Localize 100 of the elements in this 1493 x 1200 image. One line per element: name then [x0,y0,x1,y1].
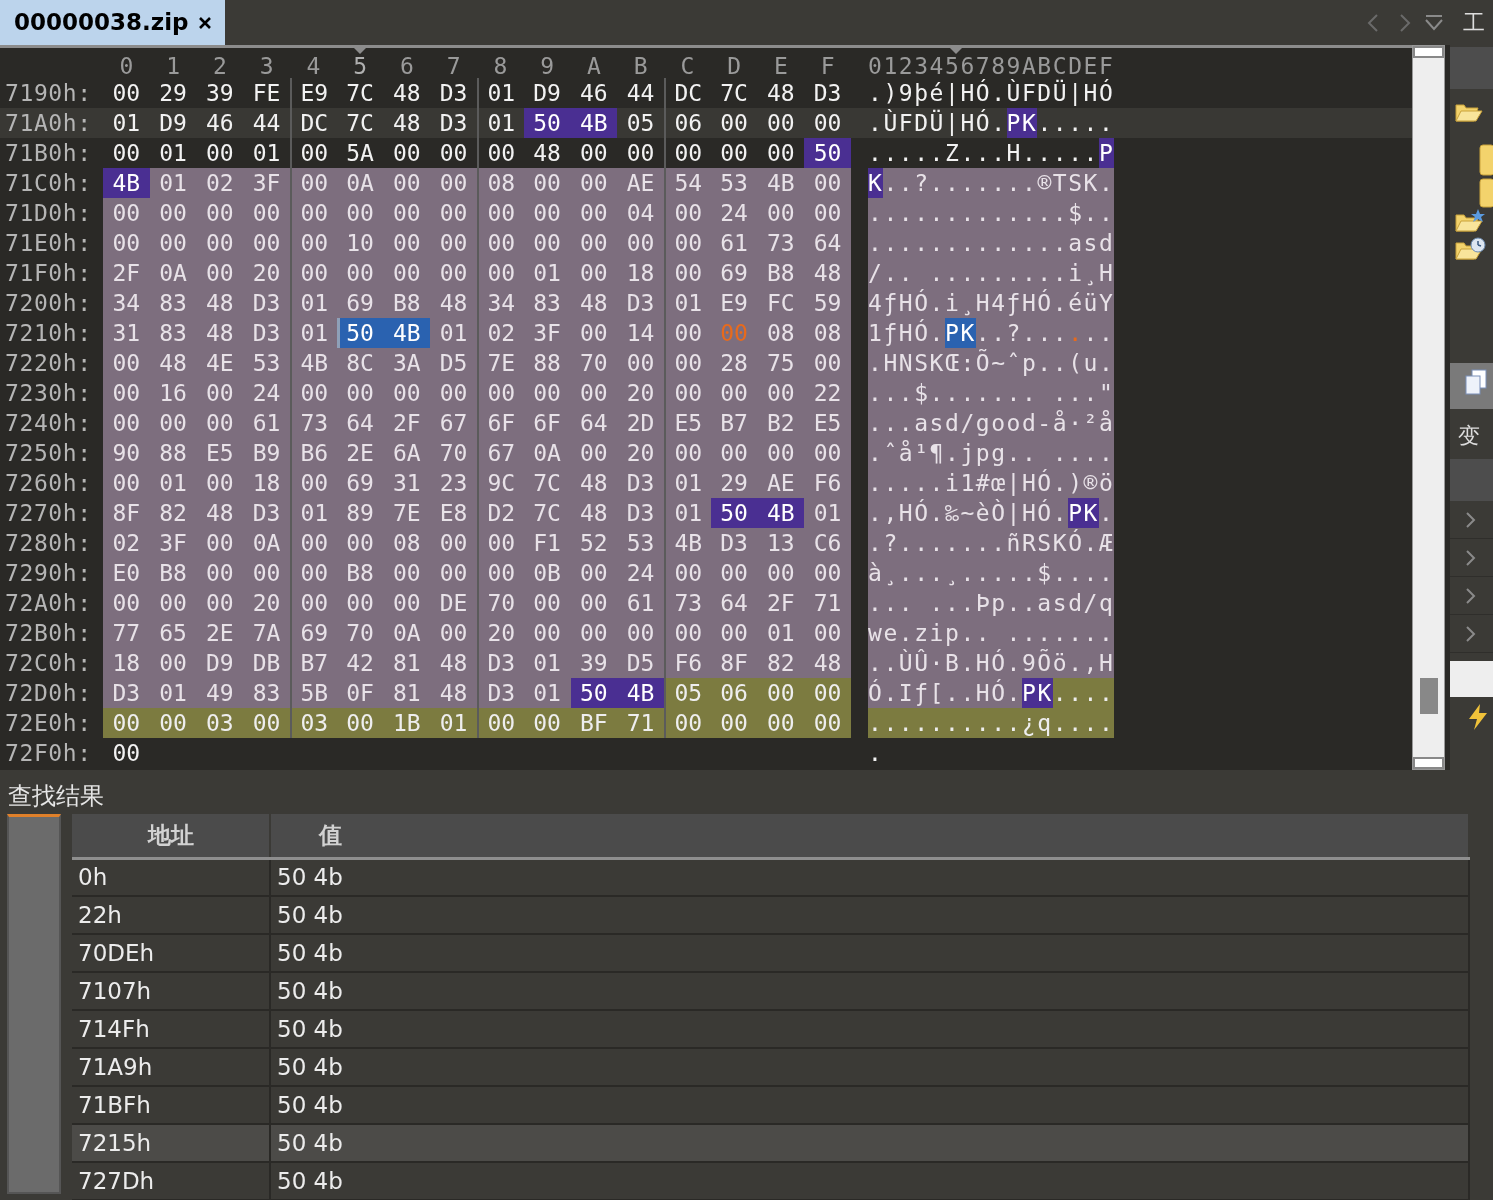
hex-byte[interactable]: 61 [243,408,290,438]
hex-byte[interactable]: 7A [243,618,290,648]
hex-byte[interactable]: 5B [290,678,337,708]
hex-byte[interactable]: 64 [336,408,384,438]
hex-byte[interactable]: 50 [336,318,384,348]
hex-byte[interactable]: D5 [617,648,664,678]
hex-byte[interactable]: 00 [570,438,618,468]
hex-byte[interactable]: 00 [757,198,805,228]
panel-scrollbar[interactable] [1450,661,1493,697]
lightning-icon[interactable] [1466,703,1490,731]
hex-byte[interactable]: 00 [149,708,197,738]
hex-byte[interactable]: 20 [617,438,664,468]
hex-byte[interactable]: E5 [804,408,851,438]
column-header[interactable]: 值 [270,814,1469,858]
column-header[interactable]: 地址 [72,814,270,858]
hex-byte[interactable]: 9C [477,468,524,498]
hex-byte[interactable]: 6A [383,438,431,468]
hex-byte[interactable]: 01 [243,138,290,168]
hex-byte[interactable]: 49 [196,678,244,708]
hex-byte[interactable]: 00 [664,258,711,288]
hex-byte[interactable]: 00 [570,138,618,168]
hex-byte[interactable]: 52 [570,528,618,558]
hex-byte[interactable]: E0 [103,558,150,588]
hex-byte[interactable]: 34 [103,288,150,318]
hex-byte[interactable]: 4B [617,678,664,708]
hex-byte[interactable]: 00 [149,648,197,678]
hex-byte[interactable]: F6 [664,648,711,678]
hex-byte[interactable]: 00 [290,588,337,618]
hex-byte[interactable]: 00 [523,168,571,198]
hex-byte[interactable]: 2F [383,408,431,438]
result-row[interactable]: 727Dh 50 4b [72,1162,1469,1200]
hex-byte[interactable]: 83 [149,288,197,318]
copy-button[interactable] [1450,363,1493,409]
scroll-up-button[interactable] [1413,46,1444,58]
hex-byte[interactable]: 29 [149,78,197,108]
hex-byte[interactable]: 00 [336,198,384,228]
hex-byte[interactable]: 00 [570,588,618,618]
scroll-down-button[interactable] [1413,757,1444,769]
hex-byte[interactable]: 00 [430,528,477,558]
hex-byte[interactable]: 00 [430,378,477,408]
hex-byte[interactable]: 00 [103,78,150,108]
hex-byte[interactable]: 00 [617,618,664,648]
hex-byte[interactable]: 00 [710,618,758,648]
hex-byte[interactable]: 4B [570,108,618,138]
hex-byte[interactable]: 48 [570,288,618,318]
hex-byte[interactable]: 7C [710,78,758,108]
hex-byte[interactable]: D9 [149,108,197,138]
hex-byte[interactable]: 48 [523,138,571,168]
hex-byte[interactable]: 3A [383,348,431,378]
hex-byte[interactable]: 00 [757,438,805,468]
hex-byte[interactable]: 70 [336,618,384,648]
hex-byte[interactable]: 03 [196,708,244,738]
hex-byte[interactable]: F1 [523,528,571,558]
hex-byte[interactable]: 65 [149,618,197,648]
hex-byte[interactable]: 50 [804,138,851,168]
hex-byte[interactable]: 00 [383,558,431,588]
hex-byte[interactable]: 48 [430,288,477,318]
hex-byte[interactable]: 00 [570,378,618,408]
hex-byte[interactable]: 29 [710,468,758,498]
hex-byte[interactable]: 13 [757,528,805,558]
result-row[interactable]: 22h 50 4b [72,896,1469,934]
hex-byte[interactable]: 00 [804,618,851,648]
hex-byte[interactable]: 83 [149,318,197,348]
hex-byte[interactable]: FC [757,288,805,318]
hex-byte[interactable]: 48 [430,678,477,708]
hex-byte[interactable]: AE [757,468,805,498]
hex-byte[interactable]: 00 [710,438,758,468]
hex-byte[interactable]: 00 [383,378,431,408]
hex-byte[interactable]: 3F [149,528,197,558]
hex-byte[interactable]: BF [570,708,618,738]
hex-byte[interactable]: 01 [290,498,337,528]
hex-byte[interactable]: 00 [243,228,290,258]
hex-byte[interactable]: 0A [243,528,290,558]
hex-byte[interactable]: 00 [243,198,290,228]
hex-byte[interactable]: D3 [243,288,290,318]
hex-byte[interactable]: 81 [383,648,431,678]
hex-byte[interactable]: 44 [243,108,290,138]
hex-byte[interactable]: 00 [290,528,337,558]
hex-byte[interactable]: 24 [710,198,758,228]
hex-byte[interactable]: 01 [523,258,571,288]
hex-byte[interactable]: F6 [804,468,851,498]
hex-byte[interactable]: 00 [617,348,664,378]
hex-byte[interactable]: 00 [523,198,571,228]
hex-byte[interactable]: 4E [196,348,244,378]
hex-byte[interactable]: B9 [243,438,290,468]
hex-byte[interactable]: 69 [336,468,384,498]
hex-byte[interactable]: 00 [383,168,431,198]
hex-byte[interactable]: 00 [103,348,150,378]
hex-byte[interactable]: 4B [103,168,150,198]
hex-byte[interactable]: 64 [710,588,758,618]
hex-byte[interactable]: FE [243,78,290,108]
hex-byte[interactable]: 70 [570,348,618,378]
result-row[interactable]: 70DEh 50 4b [72,934,1469,972]
hex-byte[interactable]: 00 [103,708,150,738]
hex-byte[interactable]: B8 [383,288,431,318]
hex-byte[interactable]: 00 [196,198,244,228]
hex-byte[interactable]: 01 [664,288,711,318]
hex-byte[interactable]: 4B [664,528,711,558]
hex-byte[interactable]: 00 [757,108,805,138]
hex-byte[interactable]: B8 [336,558,384,588]
